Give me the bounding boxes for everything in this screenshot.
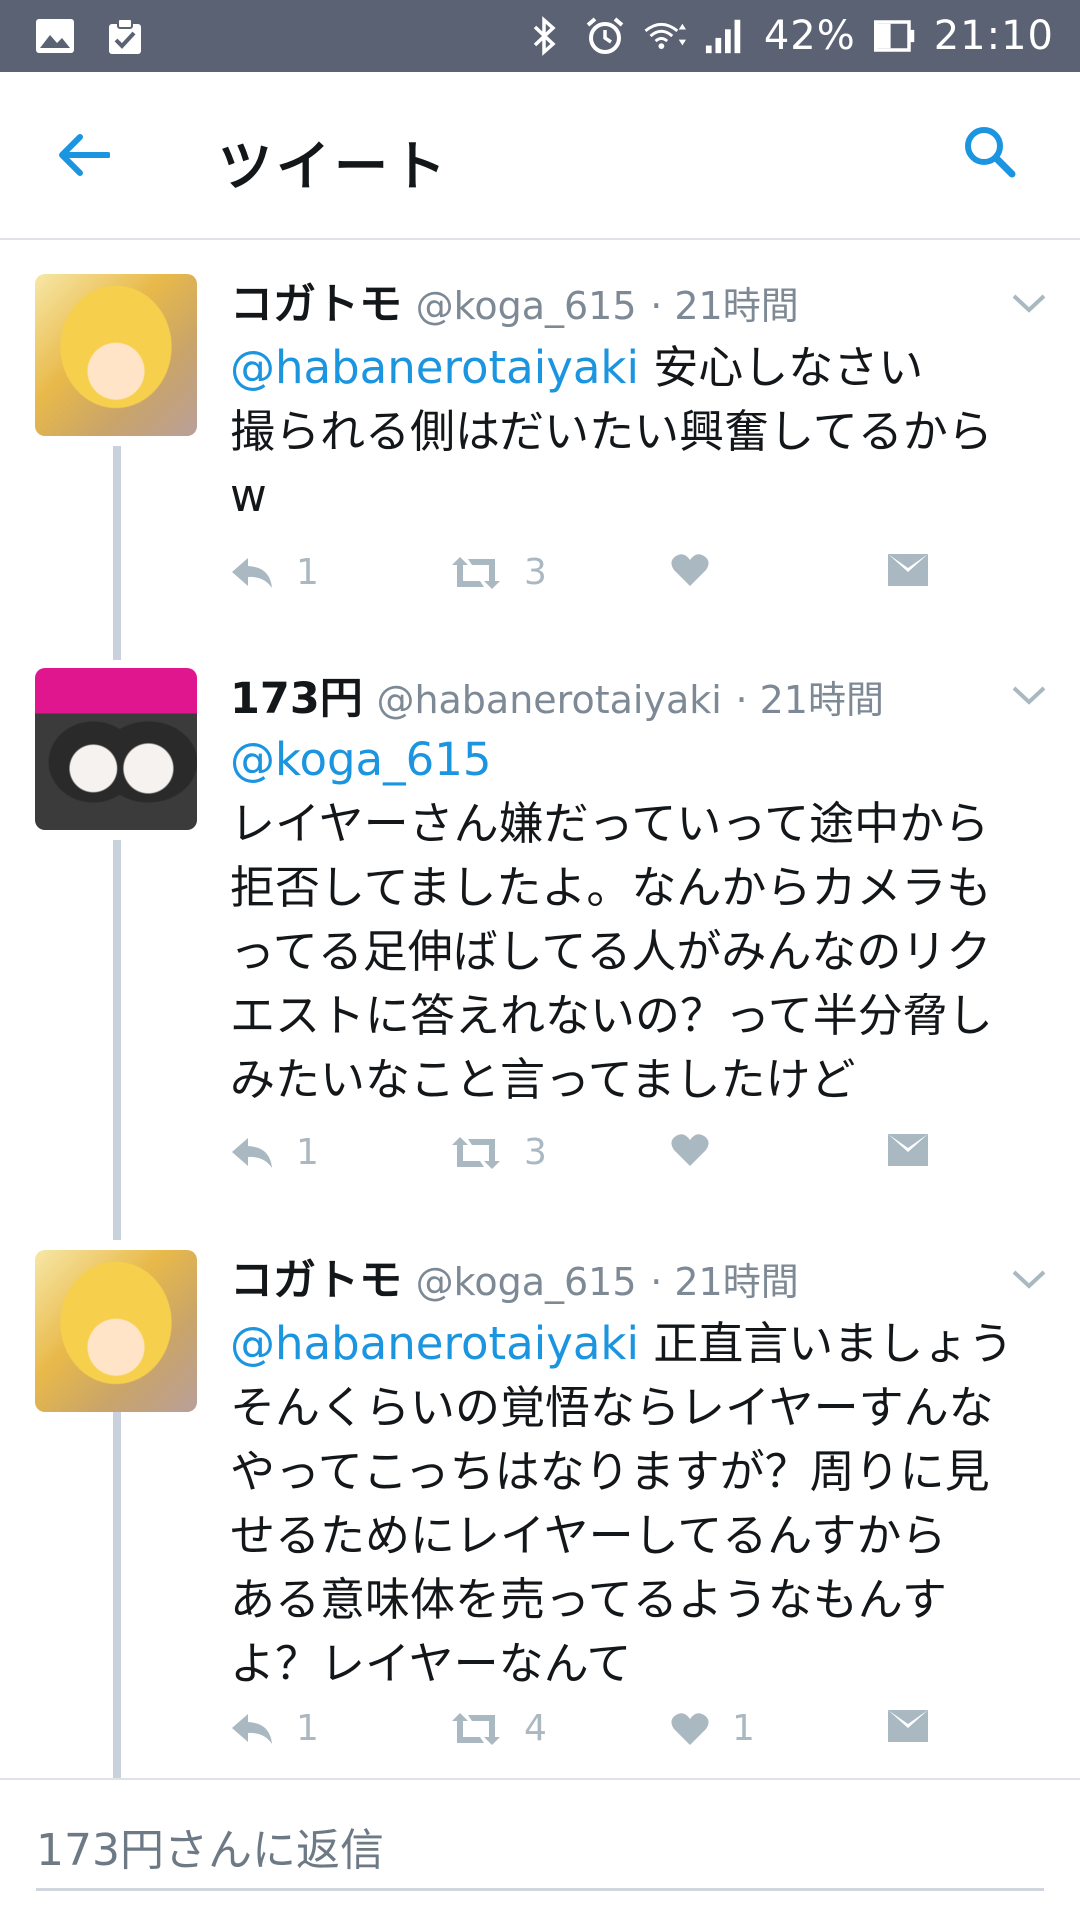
timestamp: · 21時間: [650, 284, 799, 328]
like-button[interactable]: [670, 552, 732, 588]
arrow-left-icon: [58, 133, 111, 181]
chevron-down-icon: [1010, 294, 1048, 320]
tweet-menu-button[interactable]: [1010, 292, 1050, 318]
retweet-count: 3: [524, 552, 547, 593]
tweet-line: 撮られる側はだいたい興奮してるから: [230, 405, 993, 458]
retweet-button[interactable]: 3: [450, 1132, 547, 1173]
reply-button[interactable]: 1: [230, 552, 319, 593]
user-handle: @habanerotaiyaki: [376, 678, 722, 722]
tweet-actions: 1 3: [230, 1132, 960, 1192]
tweet[interactable]: コガトモ @koga_615 · 21時間 @habanerotaiyaki 安…: [0, 240, 1080, 620]
user-handle: @koga_615: [415, 284, 637, 328]
chevron-down-icon: [1010, 1270, 1048, 1296]
chevron-down-icon: [1010, 686, 1048, 712]
display-name[interactable]: 173円: [230, 674, 363, 724]
reply-button[interactable]: 1: [230, 1132, 319, 1173]
page-title: ツイート: [218, 135, 450, 198]
signal-icon: [704, 15, 746, 57]
heart-icon: [670, 552, 710, 588]
tweet-text: @koga_615 レイヤーさん嫌だっていって途中から 拒否してましたよ。なんか…: [230, 728, 1050, 1112]
tweet[interactable]: 173円 @habanerotaiyaki · 21時間 @koga_615 レ…: [0, 632, 1080, 1202]
envelope-icon: [886, 1132, 930, 1168]
like-count: 1: [732, 1708, 755, 1749]
reply-count: 1: [296, 1708, 319, 1749]
tweet-text: @habanerotaiyaki 正直言いましょう そんくらいの覚悟ならレイヤー…: [230, 1312, 1050, 1696]
reply-count: 1: [296, 1132, 319, 1173]
reply-input[interactable]: 173円さんに返信: [36, 1814, 1044, 1891]
wifi-icon: [644, 15, 686, 57]
reply-icon: [230, 555, 274, 591]
reply-icon: [230, 1135, 274, 1171]
retweet-button[interactable]: 3: [450, 552, 547, 593]
clipboard-check-icon: [104, 15, 146, 57]
tweet-line: みたいなこと言ってましたけど: [230, 1053, 856, 1106]
tweet-actions: 1 3: [230, 552, 960, 612]
tweet-line: エストに答えれないの？って半分脅し: [230, 989, 993, 1042]
tweet[interactable]: コガトモ @koga_615 · 21時間 @habanerotaiyaki 正…: [0, 1216, 1080, 1778]
retweet-icon: [450, 1135, 502, 1171]
tweet-line: 安心しなさい: [653, 341, 924, 394]
envelope-icon: [886, 552, 930, 588]
retweet-icon: [450, 1711, 502, 1747]
search-button[interactable]: [962, 124, 1026, 188]
battery-icon: [873, 15, 916, 57]
heart-icon: [670, 1132, 710, 1168]
image-icon: [34, 15, 76, 57]
back-button[interactable]: [54, 127, 114, 187]
mention-link[interactable]: @habanerotaiyaki: [230, 1317, 639, 1370]
mention-link[interactable]: @habanerotaiyaki: [230, 341, 639, 394]
reply-button[interactable]: 1: [230, 1708, 319, 1749]
tweet-menu-button[interactable]: [1010, 1268, 1050, 1294]
tweet-line: よ？レイヤーなんて: [230, 1637, 632, 1690]
tweet-line: やってこっちはなりますが？周りに見: [230, 1445, 990, 1498]
tweet-line: 正直言いましょう: [653, 1317, 1014, 1370]
message-button[interactable]: [886, 1708, 930, 1744]
tweet-actions: 1 4 1: [230, 1708, 960, 1768]
tweet-header: コガトモ @koga_615 · 21時間: [230, 1246, 799, 1308]
tweet-line: ってる足伸ばしてる人がみんなのリク: [230, 925, 992, 978]
display-name[interactable]: コガトモ: [230, 280, 402, 330]
avatar[interactable]: [35, 274, 197, 436]
tweet-line: w: [230, 469, 267, 522]
retweet-button[interactable]: 4: [450, 1708, 547, 1749]
reply-count: 1: [296, 552, 319, 593]
like-button[interactable]: [670, 1132, 732, 1168]
battery-percent: 42%: [763, 13, 856, 59]
tweet-line: レイヤーさん嫌だっていって途中から: [230, 797, 990, 850]
heart-icon: [670, 1711, 710, 1747]
clock-time: 21:10: [933, 13, 1054, 59]
avatar[interactable]: [35, 668, 197, 830]
reply-bar: 173円さんに返信: [0, 1778, 1080, 1922]
timestamp: · 21時間: [735, 678, 884, 722]
like-button[interactable]: 1: [670, 1708, 755, 1749]
display-name[interactable]: コガトモ: [230, 1256, 402, 1306]
envelope-icon: [886, 1708, 930, 1744]
tweet-text: @habanerotaiyaki 安心しなさい 撮られる側はだいたい興奮してるか…: [230, 336, 1050, 528]
alarm-icon: [584, 15, 626, 57]
reply-icon: [230, 1711, 274, 1747]
user-handle: @koga_615: [415, 1260, 637, 1304]
tweet-line: せるためにレイヤーしてるんすから: [230, 1509, 947, 1562]
app-header: ツイート: [0, 72, 1080, 240]
message-button[interactable]: [886, 1132, 930, 1168]
tweet-line: ある意味体を売ってるようなもんす: [230, 1573, 947, 1626]
tweet-line: そんくらいの覚悟ならレイヤーすんな: [230, 1381, 994, 1434]
search-icon: [962, 127, 1018, 184]
status-bar: 42% 21:10: [0, 0, 1080, 72]
message-button[interactable]: [886, 552, 930, 588]
tweet-header: 173円 @habanerotaiyaki · 21時間: [230, 664, 884, 726]
tweet-header: コガトモ @koga_615 · 21時間: [230, 270, 799, 332]
avatar[interactable]: [35, 1250, 197, 1412]
tweet-menu-button[interactable]: [1010, 684, 1050, 710]
mention-link[interactable]: @koga_615: [230, 733, 492, 786]
conversation-timeline[interactable]: コガトモ @koga_615 · 21時間 @habanerotaiyaki 安…: [0, 240, 1080, 1778]
timestamp: · 21時間: [650, 1260, 799, 1304]
bluetooth-icon: [524, 15, 566, 57]
retweet-icon: [450, 555, 502, 591]
retweet-count: 3: [524, 1132, 547, 1173]
tweet-line: 拒否してましたよ。なんからカメラも: [230, 861, 992, 914]
retweet-count: 4: [524, 1708, 547, 1749]
